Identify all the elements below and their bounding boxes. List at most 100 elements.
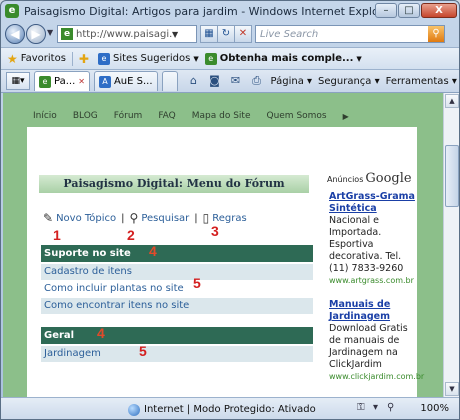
feeds-icon[interactable]: ◙	[207, 73, 223, 89]
tab-list-icon[interactable]: ▦▾	[6, 72, 30, 90]
compatibility-view-icon[interactable]: ▦	[200, 25, 218, 43]
security-zone-text[interactable]: Internet | Modo Protegido: Ativado	[144, 404, 316, 415]
new-tab-button[interactable]	[161, 71, 178, 91]
ie-app-icon: e	[5, 4, 19, 18]
status-bar: Internet | Modo Protegido: Ativado ⚿ ▾ ⚲…	[1, 397, 459, 419]
tab-label: Pa...	[54, 76, 76, 87]
refresh-icon[interactable]: ↻	[217, 25, 235, 43]
minimize-button[interactable]: –	[375, 3, 397, 18]
page-content: Paisagismo Digital: Menu do Fórum ✎ Novo…	[27, 127, 424, 397]
forum-link[interactable]: Como encontrar itens no site	[41, 298, 313, 314]
get-more-label: Obtenha mais comple...	[219, 53, 354, 64]
url-field[interactable]: e http://www.paisagi... ▼	[57, 25, 197, 43]
nav-inicio[interactable]: Início	[33, 111, 57, 121]
tools-menu-label: Ferramentas	[385, 75, 449, 87]
get-more-addons-button[interactable]: e Obtenha mais comple... ▼	[204, 52, 362, 65]
nav-blog[interactable]: BLOG	[73, 111, 98, 121]
chevron-down-icon[interactable]: ▾	[373, 402, 378, 413]
ad-block: ArtGrass-Grama Sintética Nacional e Impo…	[329, 191, 415, 287]
tab-favicon: A	[98, 75, 111, 88]
new-topic-link[interactable]: Novo Tópico	[56, 213, 116, 224]
scrollbar-thumb[interactable]	[445, 145, 459, 207]
forward-arrow-icon[interactable]: ▶	[26, 24, 46, 44]
search-placeholder: Live Search	[260, 28, 319, 40]
magnifier-icon[interactable]: ⚲	[130, 211, 139, 225]
favorites-button[interactable]: ★ Favoritos	[7, 52, 66, 66]
window-controls: – □ X	[375, 3, 457, 18]
section-header: Suporte no site	[41, 245, 313, 262]
chevron-down-icon: ▼	[356, 54, 362, 63]
page-menu[interactable]: Página ▾	[271, 76, 313, 87]
close-tab-icon[interactable]: ✕	[78, 77, 85, 86]
scroll-down-icon[interactable]: ▼	[445, 382, 459, 396]
search-input[interactable]: Live Search ⚲	[255, 25, 445, 43]
addons-icon: e	[204, 52, 217, 65]
divider	[71, 51, 73, 66]
title-bar: e Paisagismo Digital: Artigos para jardi…	[1, 1, 459, 21]
new-topic-icon[interactable]: ✎	[43, 211, 53, 225]
maximize-button[interactable]: □	[398, 3, 420, 18]
search-link[interactable]: Pesquisar	[141, 213, 189, 224]
security-menu-label: Segurança	[318, 75, 372, 87]
ad-url[interactable]: www.artgrass.com.br	[329, 275, 415, 287]
annotation-number: 4	[149, 243, 157, 259]
tools-menu[interactable]: Ferramentas ▾	[386, 76, 457, 87]
nav-forum[interactable]: Fórum	[114, 111, 143, 121]
rules-link[interactable]: Regras	[212, 213, 246, 224]
section-header: Geral	[41, 327, 313, 344]
star-icon: ★	[7, 51, 18, 66]
annotation-number: 2	[127, 227, 135, 243]
site-favicon: e	[61, 28, 73, 40]
ad-title[interactable]: ArtGrass-Grama Sintética	[329, 191, 415, 215]
nav-quem-somos[interactable]: Quem Somos	[266, 111, 326, 121]
nav-more-arrow-icon[interactable]: ▶	[343, 112, 349, 121]
divider: |	[121, 212, 125, 224]
annotation-number: 5	[193, 275, 201, 291]
nav-mapa-do-site[interactable]: Mapa do Site	[192, 111, 251, 121]
print-icon[interactable]: ⎙	[249, 73, 265, 89]
annotation-number: 1	[53, 227, 61, 243]
history-dropdown-icon[interactable]: ▼	[47, 28, 53, 37]
vertical-scrollbar[interactable]: ▲ ▼	[443, 93, 459, 397]
suggested-sites-label: Sites Sugeridos	[112, 53, 191, 64]
annotation-number: 5	[139, 343, 147, 359]
forum-actions: ✎ Novo Tópico | ⚲ Pesquisar | ▯ Regras	[43, 207, 313, 229]
home-icon[interactable]: ⌂	[186, 73, 202, 89]
rules-document-icon[interactable]: ▯	[203, 211, 210, 225]
ad-title[interactable]: Manuais de Jardinagem	[329, 299, 415, 323]
ad-url[interactable]: www.clickjardim.com.br	[329, 371, 424, 383]
tab-paisagismo[interactable]: e Pa... ✕	[34, 71, 90, 91]
google-logo: Google	[365, 171, 412, 186]
globe-icon	[128, 403, 140, 416]
nav-faq[interactable]: FAQ	[158, 111, 175, 121]
forum-link[interactable]: Jardinagem	[41, 346, 313, 362]
forum-link[interactable]: Como incluir plantas no site	[41, 281, 313, 297]
tab-aue[interactable]: A AuE S...	[93, 71, 158, 91]
scroll-up-icon[interactable]: ▲	[445, 94, 459, 108]
page-menu-label: Página	[270, 75, 304, 87]
page-viewport: Início BLOG Fórum FAQ Mapa do Site Quem …	[3, 93, 443, 397]
ads-label-text: Anúncios	[327, 175, 364, 184]
chevron-down-icon: ▼	[193, 54, 199, 63]
add-favorite-icon[interactable]: ✚	[79, 52, 92, 66]
url-text[interactable]: http://www.paisagi...	[76, 29, 172, 40]
zoom-level[interactable]: 100%	[420, 403, 449, 414]
search-icon[interactable]: ⚲	[428, 26, 444, 42]
suggested-sites-button[interactable]: e Sites Sugeridos ▼	[97, 52, 199, 65]
back-arrow-icon[interactable]: ◀	[5, 24, 25, 44]
zoom-magnifier-icon[interactable]: ⚲	[387, 402, 394, 413]
protected-mode-lock-icon[interactable]: ⚿	[357, 402, 365, 413]
close-button[interactable]: X	[421, 3, 457, 18]
url-dropdown-icon[interactable]: ▼	[172, 30, 178, 39]
address-bar: ◀ ▶ ▼ e http://www.paisagi... ▼ ▦ ↻ ✕ Li…	[1, 21, 459, 47]
stop-icon[interactable]: ✕	[234, 25, 252, 43]
window-title: Paisagismo Digital: Artigos para jardim …	[24, 4, 395, 18]
security-menu[interactable]: Segurança ▾	[318, 76, 380, 87]
ad-text: Nacional e Importada. Esportiva decorati…	[329, 215, 404, 274]
forum-link[interactable]: Cadastro de itens	[41, 264, 313, 280]
tab-favicon: e	[39, 75, 51, 88]
annotation-number: 3	[211, 223, 219, 239]
mail-icon[interactable]: ✉	[228, 73, 244, 89]
suggested-sites-icon: e	[97, 52, 110, 65]
ad-text: Download Gratis de manuais de Jardinagem…	[329, 323, 408, 370]
